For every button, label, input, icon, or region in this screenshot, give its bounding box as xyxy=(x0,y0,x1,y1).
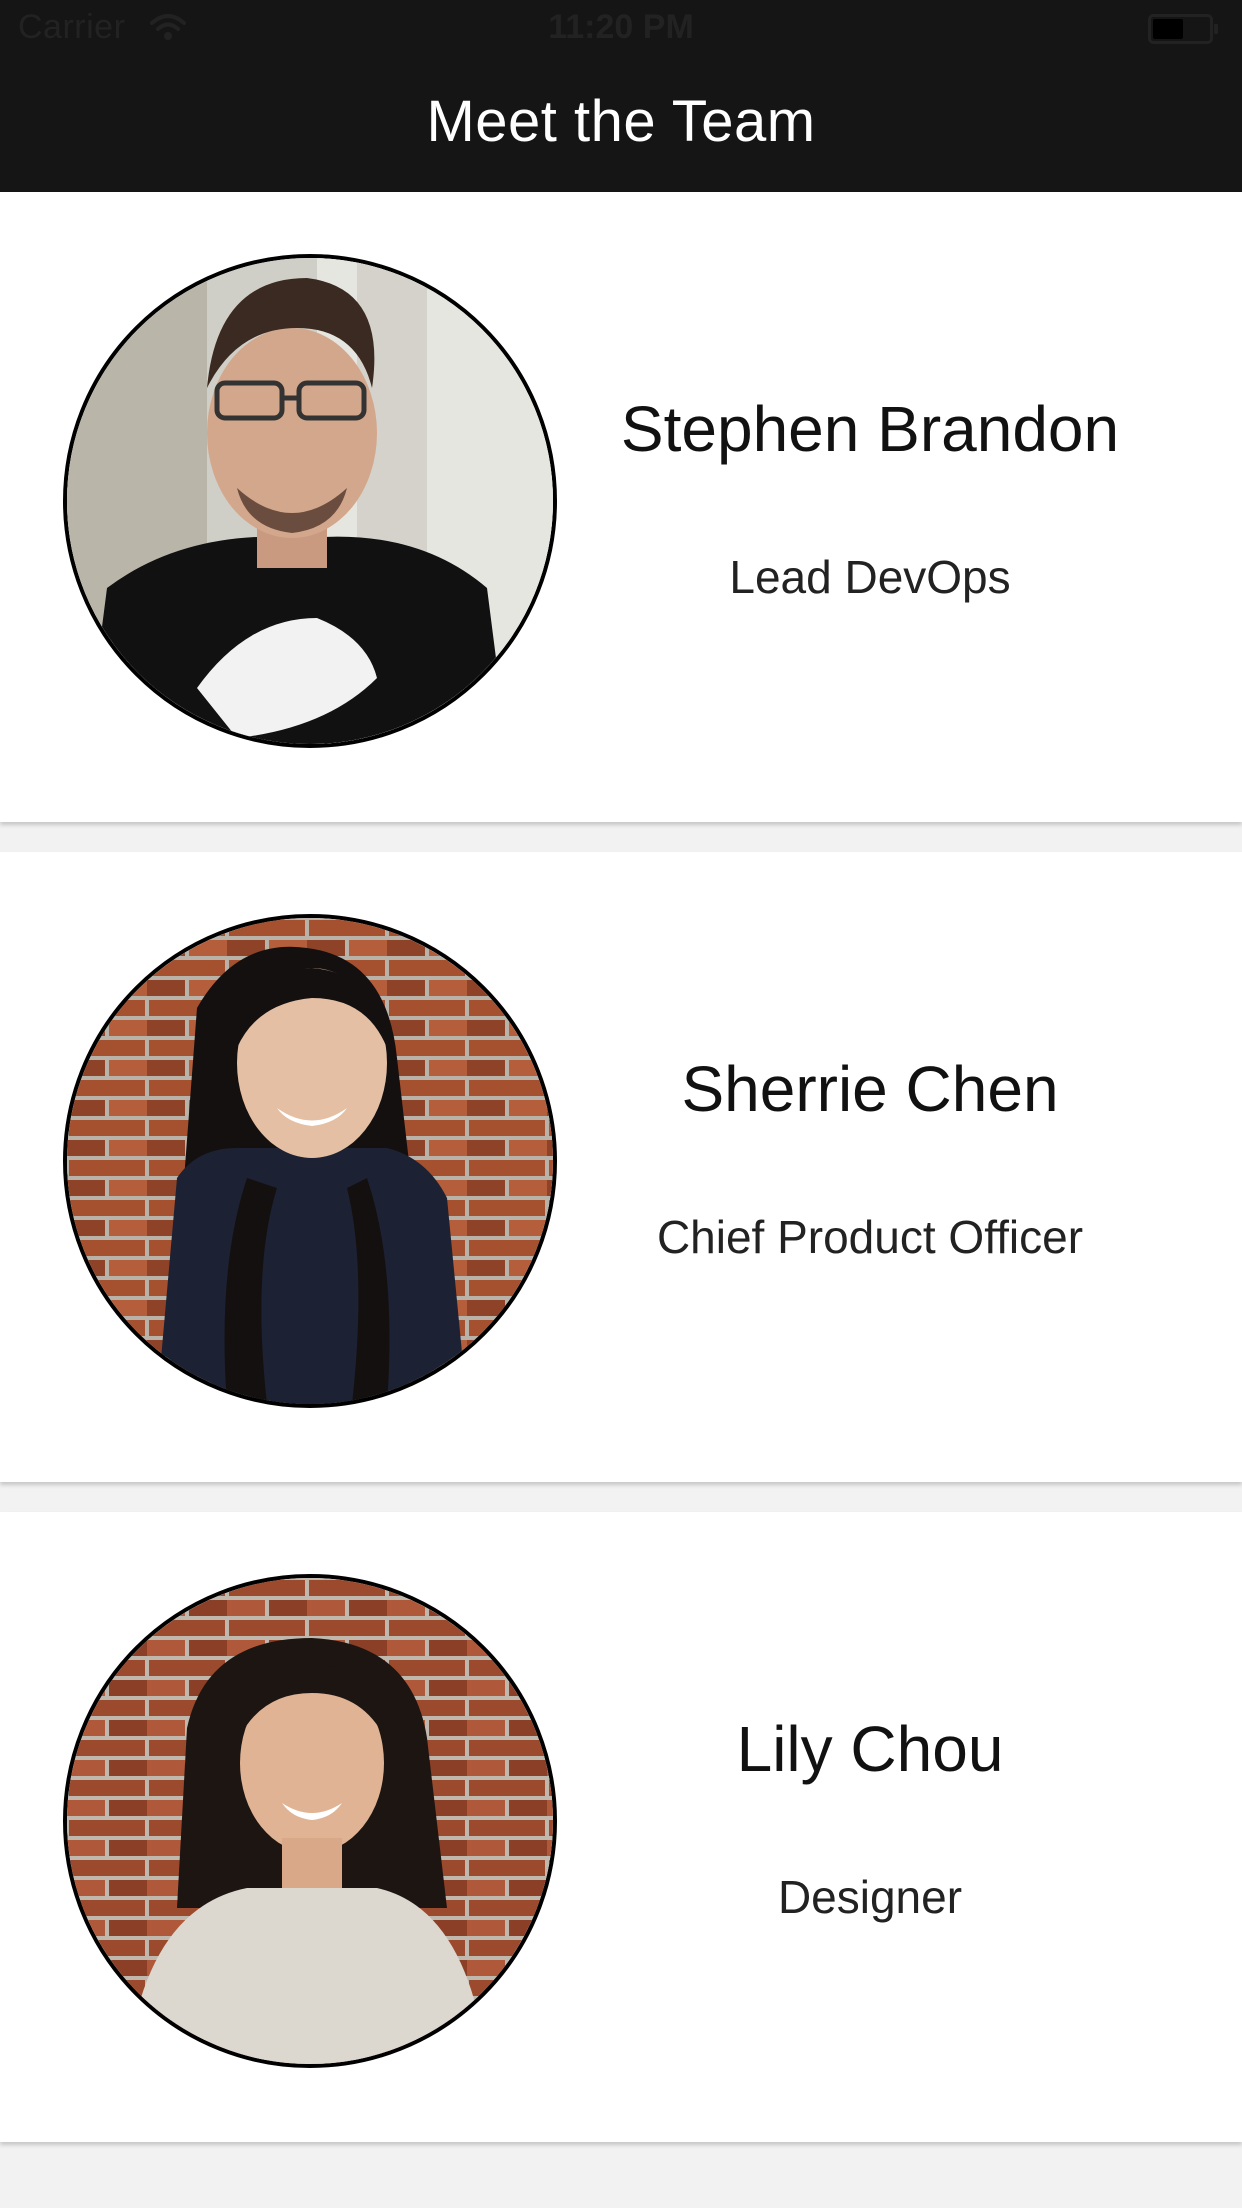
avatar xyxy=(63,254,557,748)
battery-icon xyxy=(1148,14,1218,44)
status-time: 11:20 PM xyxy=(548,8,694,46)
member-name: Lily Chou xyxy=(736,1713,1004,1785)
team-member-card[interactable]: Stephen Brandon Lead DevOps xyxy=(0,192,1242,822)
member-role: Chief Product Officer xyxy=(656,1211,1084,1263)
navigation-bar: Carrier 11:20 PM Meet the Team xyxy=(0,0,1242,192)
avatar-photo-icon xyxy=(67,918,553,1404)
avatar xyxy=(63,914,557,1408)
team-screen: Carrier 11:20 PM Meet the Team Stephen B… xyxy=(0,0,1242,2208)
member-role: Designer xyxy=(777,1871,963,1923)
member-role: Lead DevOps xyxy=(729,551,1011,603)
avatar-photo-icon xyxy=(67,258,553,744)
team-member-card[interactable]: Lily Chou Designer xyxy=(0,1512,1242,2142)
member-name: Stephen Brandon xyxy=(620,393,1120,465)
page-title: Meet the Team xyxy=(426,89,816,154)
avatar xyxy=(63,1574,557,2068)
team-member-card[interactable]: Sherrie Chen Chief Product Officer xyxy=(0,852,1242,1482)
member-name: Sherrie Chen xyxy=(681,1053,1059,1125)
avatar-photo-icon xyxy=(67,1578,553,2064)
